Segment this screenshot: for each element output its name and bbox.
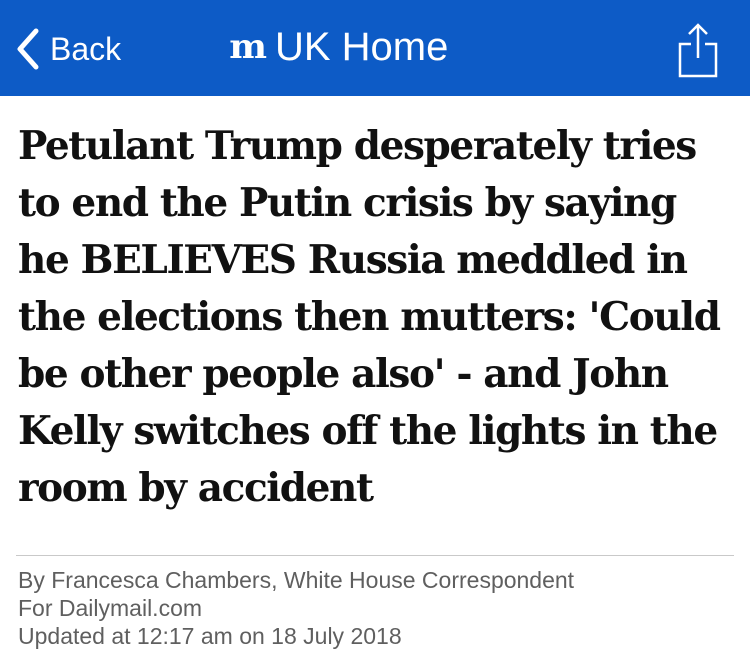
author-line: By Francesca Chambers, White House Corre… — [18, 567, 575, 593]
publication-line: For Dailymail.com — [18, 595, 203, 621]
article-headline: Petulant Trump desperately tries to end … — [18, 123, 721, 511]
daily-mail-logo: m — [229, 27, 267, 67]
share-icon — [676, 22, 720, 78]
uk-home-link[interactable]: m UK Home — [229, 22, 449, 72]
headline-divider — [16, 555, 734, 556]
article-byline: By Francesca Chambers, White House Corre… — [18, 566, 738, 650]
chevron-left-icon — [14, 27, 42, 71]
home-label: UK Home — [274, 25, 449, 69]
back-label: Back — [50, 31, 122, 67]
back-button[interactable]: Back — [14, 26, 121, 72]
updated-timestamp: Updated at 12:17 am on 18 July 2018 — [18, 623, 402, 649]
top-navigation-bar: Back m UK Home — [0, 0, 750, 96]
share-button[interactable] — [676, 22, 720, 78]
